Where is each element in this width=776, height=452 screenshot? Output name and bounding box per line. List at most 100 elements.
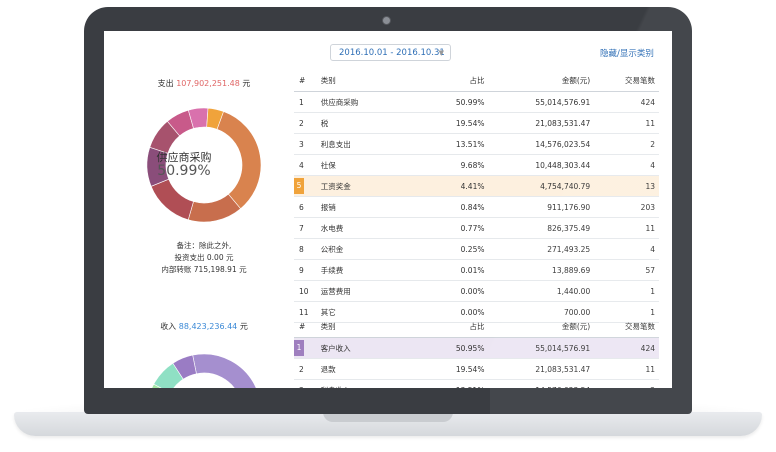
note-line: 备注：除此之外, bbox=[176, 241, 232, 250]
income-label: 收入 bbox=[160, 322, 177, 331]
table-row[interactable]: 2 退款 19.54% 21,083,531.47 11 bbox=[294, 358, 659, 380]
table-header-row: # 类别 占比 金额(元) 交易笔数 bbox=[294, 70, 659, 92]
table-row[interactable]: 7 水电费 0.77% 826,375.49 11 bbox=[294, 217, 659, 239]
expense-amount: 107,902,251.48 bbox=[176, 79, 240, 88]
row-percent: 9.68% bbox=[460, 160, 485, 170]
expense-table: # 类别 占比 金额(元) 交易笔数 1 供应商采购 50.99% 55,014,57… bbox=[294, 70, 659, 323]
expense-unit: 元 bbox=[242, 79, 251, 88]
date-range-select[interactable]: 2016.10.01 - 2016.10.31 ▼ bbox=[330, 44, 451, 61]
row-index: 2 bbox=[299, 118, 304, 128]
row-index: 6 bbox=[299, 202, 304, 212]
row-percent: 4.41% bbox=[460, 181, 485, 191]
table-row[interactable]: 10 运营费用 0.00% 1,440.00 1 bbox=[294, 280, 659, 302]
row-amount: 10,448,303.44 bbox=[535, 160, 591, 170]
row-count: 4 bbox=[650, 244, 655, 254]
table-row[interactable]: 1 客户收入 50.95% 55,014,576.91 424 bbox=[294, 337, 659, 359]
table-row[interactable]: 2 税 19.54% 21,083,531.47 11 bbox=[294, 112, 659, 134]
row-amount: 271,493.25 bbox=[547, 244, 591, 254]
row-count: 1 bbox=[650, 286, 655, 296]
chevron-down-icon: ▼ bbox=[438, 49, 444, 57]
row-index: 2 bbox=[299, 364, 304, 374]
row-amount: 14,576,023.54 bbox=[535, 139, 591, 149]
row-index: 4 bbox=[299, 160, 304, 170]
row-index: 1 bbox=[294, 340, 304, 356]
row-amount: 21,083,531.47 bbox=[535, 364, 591, 374]
row-percent: 13.51% bbox=[455, 139, 485, 149]
row-category: 退款 bbox=[320, 364, 336, 374]
income-unit: 元 bbox=[239, 322, 248, 331]
col-category-header: 类别 bbox=[319, 70, 405, 92]
row-count: 2 bbox=[650, 386, 655, 389]
row-amount: 13,889.69 bbox=[552, 265, 591, 275]
row-category: 工资奖金 bbox=[320, 181, 351, 191]
row-count: 11 bbox=[645, 364, 655, 374]
row-index: 8 bbox=[299, 244, 304, 254]
row-percent: 0.84% bbox=[460, 202, 485, 212]
toggle-categories-link[interactable]: 隐藏/显示类别 bbox=[600, 47, 654, 59]
row-percent: 0.01% bbox=[460, 265, 485, 275]
row-index: 1 bbox=[299, 97, 304, 107]
row-percent: 13.51% bbox=[456, 386, 485, 389]
row-count: 11 bbox=[645, 118, 655, 128]
donut-slice[interactable] bbox=[150, 178, 194, 221]
row-percent: 0.77% bbox=[460, 223, 485, 233]
row-count: 203 bbox=[640, 202, 655, 212]
row-percent: 0.25% bbox=[460, 244, 485, 254]
row-count: 424 bbox=[640, 343, 655, 353]
note-line: 内部转账 715,198.91 元 bbox=[161, 265, 247, 274]
col-percent-header: 占比 bbox=[404, 70, 486, 92]
camera-icon bbox=[382, 16, 391, 25]
row-amount: 14,576,023.54 bbox=[535, 386, 590, 389]
row-category: 利息收入 bbox=[321, 386, 351, 389]
row-percent: 50.95% bbox=[455, 343, 485, 353]
row-count: 4 bbox=[650, 160, 655, 170]
col-count-header: 交易笔数 bbox=[591, 70, 659, 92]
table-row[interactable]: 5 工资奖金 4.41% 4,754,740.79 13 bbox=[294, 175, 659, 197]
row-percent: 19.54% bbox=[455, 364, 485, 374]
row-amount: 826,375.49 bbox=[547, 223, 591, 233]
table-row[interactable]: 3 利息收入 13.51% 14,576,023.54 2 bbox=[294, 379, 659, 389]
row-amount: 4,754,740.79 bbox=[540, 181, 591, 191]
donut-slice[interactable] bbox=[192, 353, 257, 388]
row-category: 报销 bbox=[320, 202, 336, 212]
row-category: 利息支出 bbox=[320, 139, 351, 149]
row-index: 9 bbox=[299, 265, 304, 275]
table-row[interactable]: 6 报销 0.84% 911,176.90 203 bbox=[294, 196, 659, 218]
table-row[interactable]: 4 社保 9.68% 10,448,303.44 4 bbox=[294, 154, 659, 176]
income-amount: 88,423,236.44 bbox=[178, 322, 238, 331]
row-category: 手续费 bbox=[320, 265, 344, 275]
row-amount: 1,440.00 bbox=[556, 286, 591, 296]
row-amount: 55,014,576.91 bbox=[535, 343, 591, 353]
row-index: 7 bbox=[299, 223, 304, 233]
row-count: 11 bbox=[645, 223, 655, 233]
row-percent: 19.54% bbox=[455, 118, 485, 128]
table-row[interactable]: 3 利息支出 13.51% 14,576,023.54 2 bbox=[294, 133, 659, 155]
row-count: 424 bbox=[640, 97, 655, 107]
row-category: 水电费 bbox=[320, 223, 344, 233]
table-row[interactable]: 9 手续费 0.01% 13,889.69 57 bbox=[294, 259, 659, 281]
income-summary: 收入 88,423,236.44 元 bbox=[104, 321, 304, 332]
row-category: 税 bbox=[320, 118, 329, 128]
col-index-header: # bbox=[294, 316, 320, 338]
expense-label: 支出 bbox=[157, 79, 174, 88]
row-index: 3 bbox=[299, 386, 304, 389]
expense-note: 备注：除此之外, 投资支出 0.00 元 内部转账 715,198.91 元 bbox=[104, 240, 304, 276]
row-amount: 911,176.90 bbox=[547, 202, 591, 212]
table-row[interactable]: 8 公积金 0.25% 271,493.25 4 bbox=[294, 238, 659, 260]
row-index: 5 bbox=[294, 178, 304, 194]
row-count: 13 bbox=[645, 181, 655, 191]
col-category-header: 类别 bbox=[319, 316, 405, 338]
col-amount-header: 金额(元) bbox=[485, 316, 592, 338]
date-range-value: 2016.10.01 - 2016.10.31 bbox=[339, 48, 445, 58]
donut-center-value: 50.99% bbox=[157, 163, 211, 179]
row-index: 10 bbox=[299, 286, 309, 296]
col-count-header: 交易笔数 bbox=[591, 316, 659, 338]
table-header-row: # 类别 占比 金额(元) 交易笔数 bbox=[294, 316, 659, 338]
row-count: 57 bbox=[645, 265, 655, 275]
row-percent: 0.00% bbox=[460, 286, 485, 296]
row-category: 供应商采购 bbox=[320, 97, 359, 107]
table-row[interactable]: 1 供应商采购 50.99% 55,014,576.91 424 bbox=[294, 91, 659, 113]
expense-summary: 支出 107,902,251.48 元 bbox=[104, 78, 304, 89]
row-index: 3 bbox=[299, 139, 304, 149]
income-donut-chart[interactable] bbox=[124, 341, 284, 388]
